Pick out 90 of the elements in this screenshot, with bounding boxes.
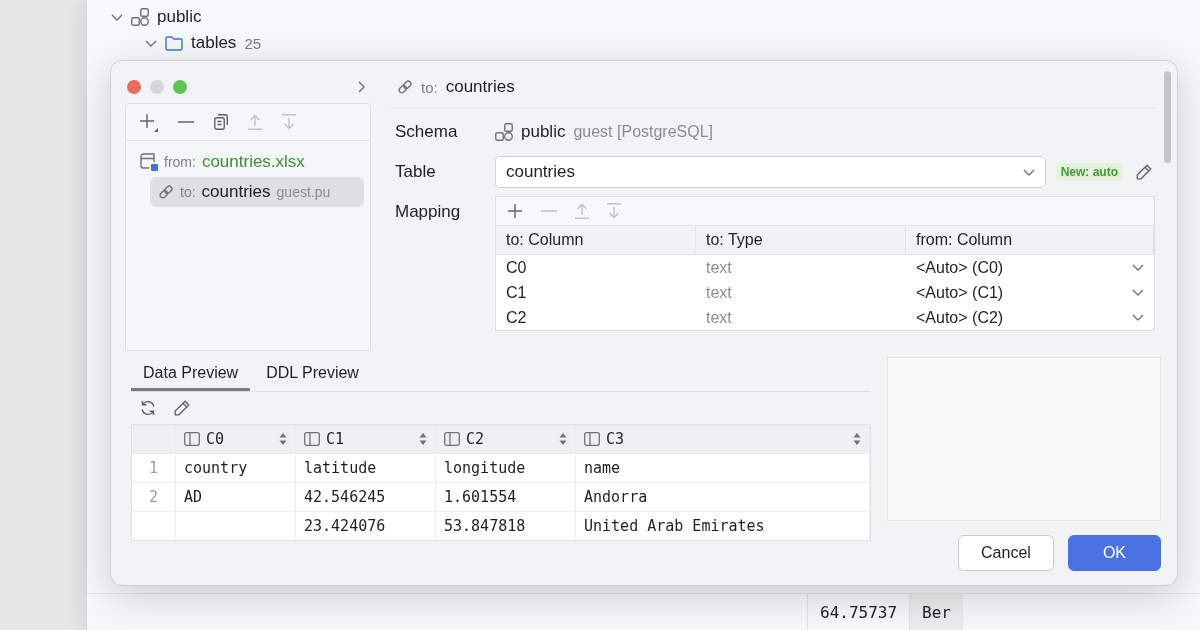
sort-icon[interactable] bbox=[559, 432, 567, 446]
link-icon bbox=[397, 79, 413, 95]
column-icon bbox=[444, 432, 460, 446]
tree-item[interactable]: public bbox=[157, 7, 202, 27]
column-header: from: Column bbox=[906, 226, 1154, 254]
connection-label: guest [PostgreSQL] bbox=[573, 123, 714, 141]
table-cell-text: C1 bbox=[505, 282, 528, 303]
remove-button[interactable] bbox=[175, 118, 197, 126]
plus-icon bbox=[139, 112, 158, 132]
close-button[interactable] bbox=[127, 80, 141, 94]
table-cell: longitude bbox=[436, 454, 576, 482]
source-dropdown[interactable]: <Auto> (C1) bbox=[906, 280, 1154, 305]
minus-icon bbox=[541, 210, 557, 212]
row-number: 2 bbox=[132, 483, 176, 511]
item-name: countries.xlsx bbox=[201, 152, 305, 172]
table-cell-text: text bbox=[705, 307, 733, 328]
chevron-down-icon[interactable] bbox=[1132, 289, 1144, 296]
table-cell: Andorra bbox=[576, 483, 870, 511]
table-cell: Ber bbox=[909, 594, 963, 630]
schema-name[interactable]: public bbox=[521, 122, 566, 142]
table-cell: country bbox=[176, 454, 296, 482]
chevron-down-icon[interactable] bbox=[1022, 168, 1035, 176]
table-cell-text: text bbox=[705, 257, 733, 278]
column-name: C0 bbox=[206, 430, 225, 448]
pencil-icon bbox=[174, 400, 190, 416]
row-number: 1 bbox=[132, 454, 176, 482]
chevron-down-icon[interactable] bbox=[111, 13, 123, 21]
column-name: C1 bbox=[326, 430, 345, 448]
file-icon bbox=[140, 153, 158, 171]
arrow-down-icon bbox=[282, 114, 296, 130]
shapes-icon bbox=[495, 123, 513, 141]
field-label: Table bbox=[394, 162, 437, 182]
item-name: countries bbox=[201, 182, 271, 202]
tab[interactable]: Data Preview bbox=[131, 357, 251, 391]
shapes-icon bbox=[131, 8, 149, 26]
chevron-down-icon[interactable] bbox=[1132, 264, 1144, 271]
item-prefix: from: bbox=[164, 154, 196, 170]
refresh-icon bbox=[140, 400, 156, 416]
status-badge: New: auto bbox=[1055, 163, 1123, 181]
link-icon bbox=[158, 184, 174, 200]
item-detail: guest.pu bbox=[276, 184, 331, 200]
copy-button[interactable] bbox=[211, 111, 231, 133]
table-cell-text: C2 bbox=[505, 307, 528, 328]
source-dropdown[interactable]: <Auto> (C0) bbox=[906, 255, 1154, 280]
item-count: 25 bbox=[244, 34, 262, 52]
arrow-up-icon bbox=[248, 114, 262, 130]
column-header: to: Column bbox=[496, 226, 696, 254]
column-header: to: Type bbox=[696, 226, 906, 254]
table-name-field[interactable]: countries bbox=[495, 156, 1046, 188]
table-cell: 42.546245 bbox=[296, 483, 436, 511]
source-dropdown[interactable]: <Auto> (C2) bbox=[906, 305, 1154, 330]
target-prefix: to: bbox=[421, 78, 438, 96]
pencil-icon bbox=[1136, 164, 1152, 180]
copy-icon bbox=[214, 114, 228, 130]
sort-icon[interactable] bbox=[419, 432, 427, 446]
column-name: C3 bbox=[606, 430, 625, 448]
table-cell: name bbox=[576, 454, 870, 482]
table-cell-text: text bbox=[705, 282, 733, 303]
scrollbar-thumb[interactable] bbox=[1164, 71, 1171, 163]
target-name: countries bbox=[445, 77, 515, 97]
column-name: C2 bbox=[466, 430, 485, 448]
ok-button[interactable]: OK bbox=[1067, 535, 1161, 571]
field-label: Mapping bbox=[394, 201, 462, 222]
field-label: Schema bbox=[394, 122, 459, 142]
chevron-down-icon[interactable] bbox=[145, 39, 157, 47]
folder-icon bbox=[165, 35, 183, 51]
list-item[interactable]: from: countries.xlsx bbox=[132, 147, 364, 177]
column-icon bbox=[304, 432, 320, 446]
chevron-right-icon[interactable] bbox=[358, 81, 365, 93]
table-cell: latitude bbox=[296, 454, 436, 482]
minus-icon bbox=[178, 121, 194, 123]
table-cell: 53.847818 bbox=[436, 512, 576, 540]
table-cell: 1.601554 bbox=[436, 483, 576, 511]
table-cell-text: C0 bbox=[505, 257, 528, 278]
table-cell: United Arab Emirates bbox=[576, 512, 870, 540]
list-item[interactable]: to: countries guest.pu bbox=[150, 177, 364, 207]
arrow-down-icon bbox=[607, 203, 621, 219]
plus-icon bbox=[507, 203, 523, 219]
arrow-up-icon bbox=[575, 203, 589, 219]
column-icon bbox=[184, 432, 200, 446]
chevron-down-icon[interactable] bbox=[1132, 314, 1144, 321]
sort-icon[interactable] bbox=[853, 432, 861, 446]
table-cell: 23.424076 bbox=[296, 512, 436, 540]
cancel-button[interactable]: Cancel bbox=[958, 535, 1054, 571]
table-cell: AD bbox=[176, 483, 296, 511]
item-prefix: to: bbox=[180, 184, 196, 200]
tree-item[interactable]: tables bbox=[191, 33, 237, 53]
tab[interactable]: DDL Preview bbox=[254, 357, 371, 391]
column-icon bbox=[584, 432, 600, 446]
sort-icon[interactable] bbox=[279, 432, 287, 446]
